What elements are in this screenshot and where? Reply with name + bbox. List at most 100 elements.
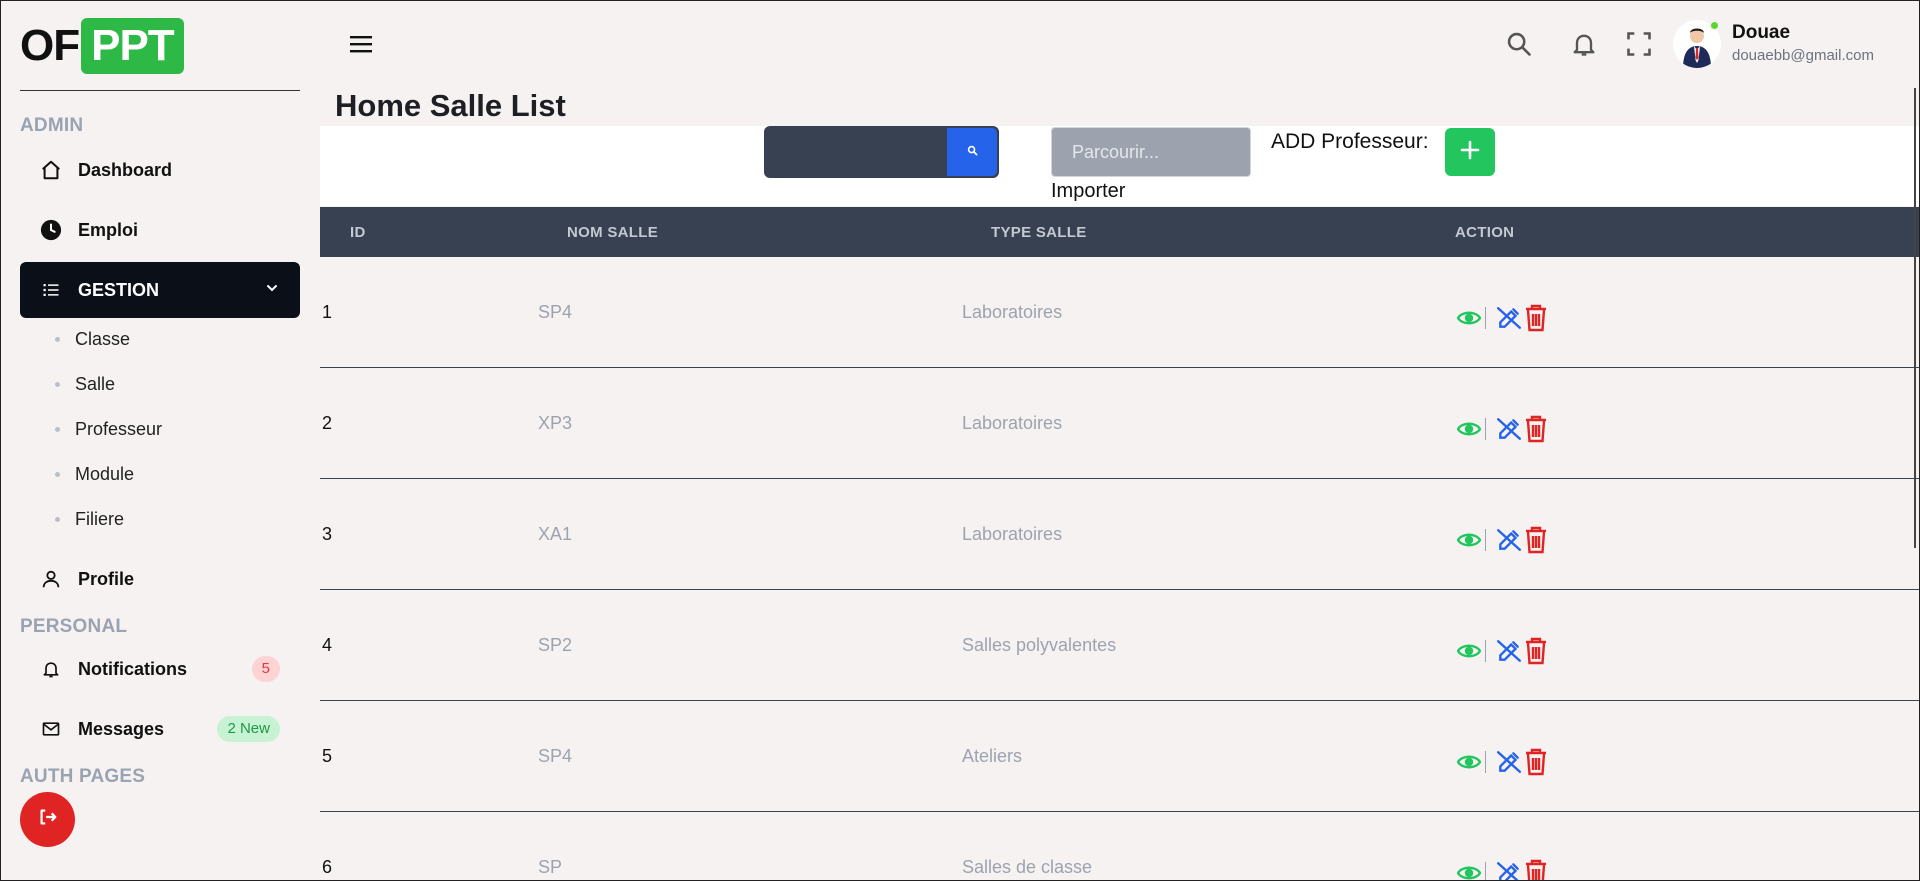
cell-nom-salle: SP4	[538, 302, 573, 322]
sidebar-subitem-module[interactable]: Module	[55, 464, 134, 485]
sidebar-subitem-salle[interactable]: Salle	[55, 374, 115, 395]
table-row: 2 XP3 Laboratoires	[320, 368, 1920, 479]
column-header-nom-salle: NOM SALLE	[567, 224, 659, 241]
search-input[interactable]	[764, 126, 950, 178]
cell-id: 5	[322, 746, 333, 766]
action-divider	[1485, 640, 1486, 662]
cell-nom-salle: SP2	[538, 635, 573, 655]
messages-badge: 2 New	[217, 716, 280, 742]
sidebar-divider	[20, 90, 300, 91]
search-icon[interactable]	[1505, 30, 1533, 63]
view-icon[interactable]	[1457, 643, 1481, 659]
delete-icon[interactable]	[1524, 415, 1548, 443]
table-row: 1 SP4 Laboratoires	[320, 257, 1920, 368]
cell-type-salle: Ateliers	[962, 746, 1023, 766]
delete-icon[interactable]	[1524, 637, 1548, 665]
action-divider	[1485, 862, 1486, 881]
section-admin: ADMIN	[20, 115, 84, 136]
bullet-icon	[55, 427, 60, 432]
cell-type-salle: Laboratoires	[962, 413, 1063, 433]
sidebar-item-notifications[interactable]: Notifications 5	[20, 641, 300, 697]
table-body: 1 SP4 Laboratoires 2 XP3 Laboratoires 3 …	[320, 257, 1920, 881]
view-icon[interactable]	[1457, 754, 1481, 770]
file-browse-input[interactable]: Parcourir...	[1051, 127, 1251, 177]
sidebar-item-gestion[interactable]: GESTION	[20, 262, 300, 318]
sidebar-item-label: Profile	[78, 568, 135, 589]
edit-icon[interactable]	[1496, 749, 1522, 775]
row-actions	[1457, 304, 1548, 332]
chevron-down-icon	[264, 280, 280, 301]
sidebar-item-messages[interactable]: Messages 2 New	[20, 701, 300, 757]
add-professeur-button[interactable]	[1445, 128, 1495, 176]
user-icon	[40, 568, 62, 590]
bullet-icon	[55, 472, 60, 477]
column-header-action: ACTION	[1455, 224, 1515, 241]
cell-id: 6	[322, 857, 333, 877]
sidebar-subitem-classe[interactable]: Classe	[55, 329, 130, 350]
bell-icon	[40, 658, 62, 680]
edit-icon[interactable]	[1496, 416, 1522, 442]
table-toolbar: Parcourir... Importer ADD Professeur:	[320, 126, 1920, 206]
logout-button[interactable]	[20, 792, 75, 847]
edit-icon[interactable]	[1496, 527, 1522, 553]
table-header: ID NOM SALLE TYPE SALLE ACTION	[320, 207, 1920, 257]
delete-icon[interactable]	[1524, 748, 1548, 776]
cell-nom-salle: SP	[538, 857, 563, 877]
table-row: 3 XA1 Laboratoires	[320, 479, 1920, 590]
view-icon[interactable]	[1457, 532, 1481, 548]
table-row: 4 SP2 Salles polyvalentes	[320, 590, 1920, 701]
sidebar-item-emploi[interactable]: Emploi	[20, 202, 300, 258]
delete-icon[interactable]	[1524, 304, 1548, 332]
edit-icon[interactable]	[1496, 305, 1522, 331]
menu-icon[interactable]	[350, 34, 372, 59]
action-divider	[1485, 751, 1486, 773]
logo-text-ppt: PPT	[81, 18, 184, 74]
sidebar-item-label: Notifications	[78, 658, 188, 679]
sidebar-item-label: Dashboard	[78, 159, 173, 180]
home-icon	[40, 159, 62, 181]
add-professeur-label: ADD Professeur:	[1271, 130, 1429, 153]
row-actions	[1457, 637, 1548, 665]
page-title: Home Salle List	[335, 88, 566, 123]
subitem-label: Professeur	[75, 419, 163, 439]
subitem-label: Module	[75, 464, 135, 484]
cell-id: 2	[322, 413, 333, 433]
user-name: Douae	[1732, 22, 1791, 43]
ofppt-logo[interactable]: OF PPT	[20, 18, 184, 74]
search-button[interactable]	[947, 128, 997, 176]
logo-text-of: OF	[20, 21, 80, 70]
salle-table: ID NOM SALLE TYPE SALLE ACTION 1 SP4 Lab…	[320, 207, 1920, 881]
cell-nom-salle: XA1	[538, 524, 573, 544]
cell-type-salle: Laboratoires	[962, 302, 1063, 322]
column-header-id: ID	[350, 224, 366, 241]
bullet-icon	[55, 517, 60, 522]
cell-id: 3	[322, 524, 333, 544]
import-label[interactable]: Importer	[1051, 180, 1125, 203]
cell-type-salle: Salles de classe	[962, 857, 1093, 877]
edit-icon[interactable]	[1496, 638, 1522, 664]
delete-icon[interactable]	[1524, 526, 1548, 554]
delete-icon[interactable]	[1524, 859, 1548, 881]
sidebar-item-dashboard[interactable]: Dashboard	[20, 142, 300, 198]
action-divider	[1485, 418, 1486, 440]
edit-icon[interactable]	[1496, 860, 1522, 881]
sidebar: OF PPT ADMIN Dashboard Emploi GESTION Cl…	[0, 0, 320, 881]
row-actions	[1457, 859, 1548, 881]
column-header-type-salle: TYPE SALLE	[991, 224, 1087, 241]
bullet-icon	[55, 337, 60, 342]
sidebar-item-label: Emploi	[78, 219, 139, 240]
sidebar-subitem-professeur[interactable]: Professeur	[55, 419, 162, 440]
cell-type-salle: Laboratoires	[962, 524, 1063, 544]
view-icon[interactable]	[1457, 421, 1481, 437]
fullscreen-icon[interactable]	[1625, 30, 1653, 63]
view-icon[interactable]	[1457, 310, 1481, 326]
bell-icon[interactable]	[1570, 30, 1598, 63]
sidebar-subitem-filiere[interactable]: Filiere	[55, 509, 124, 530]
row-actions	[1457, 415, 1548, 443]
view-icon[interactable]	[1457, 865, 1481, 881]
sidebar-item-profile[interactable]: Profile	[20, 551, 300, 607]
cell-type-salle: Salles polyvalentes	[962, 635, 1117, 655]
cell-id: 4	[322, 635, 333, 655]
scrollbar[interactable]	[1914, 88, 1916, 548]
cell-nom-salle: SP4	[538, 746, 573, 766]
